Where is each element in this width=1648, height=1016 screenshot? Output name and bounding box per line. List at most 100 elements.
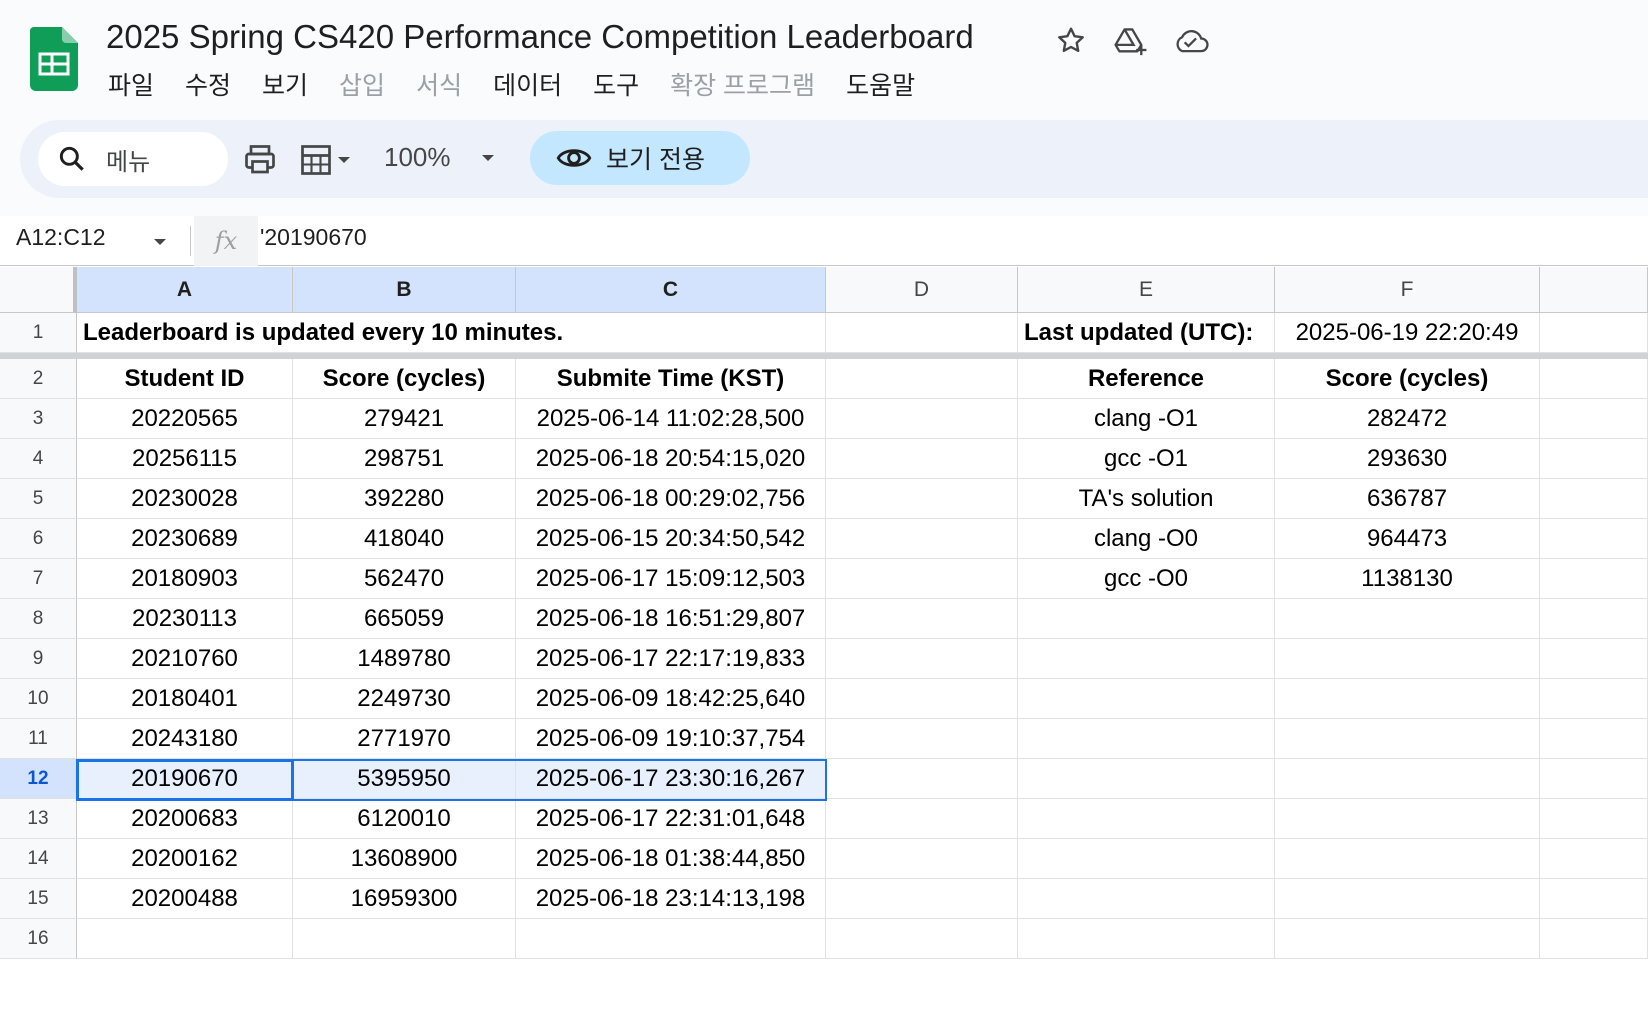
submit-time-cell[interactable]: 2025-06-09 19:10:37,754: [516, 719, 826, 759]
sheets-logo-icon[interactable]: [30, 27, 78, 91]
cell[interactable]: [1540, 519, 1648, 559]
menu-search-box[interactable]: 메뉴: [38, 132, 228, 186]
cell[interactable]: [1540, 313, 1648, 353]
cell[interactable]: [826, 313, 1018, 353]
cell[interactable]: [1540, 759, 1648, 799]
submit-time-cell[interactable]: 2025-06-18 16:51:29,807: [516, 599, 826, 639]
select-format-button[interactable]: [298, 140, 354, 180]
cell[interactable]: [826, 399, 1018, 439]
cell[interactable]: [1540, 799, 1648, 839]
cell[interactable]: [826, 919, 1018, 959]
cell[interactable]: [1540, 719, 1648, 759]
score-cell[interactable]: 279421: [293, 399, 516, 439]
score-cell[interactable]: 562470: [293, 559, 516, 599]
student-id-cell[interactable]: 20256115: [77, 439, 293, 479]
reference-name-cell[interactable]: [1018, 639, 1275, 679]
notice-cell[interactable]: Leaderboard is updated every 10 minutes.: [77, 313, 826, 353]
student-id-cell[interactable]: 20243180: [77, 719, 293, 759]
reference-score-cell[interactable]: [1275, 679, 1540, 719]
star-icon[interactable]: [1052, 22, 1090, 60]
cell[interactable]: [1540, 839, 1648, 879]
menu-help[interactable]: 도움말: [836, 64, 925, 104]
row-header[interactable]: 6: [0, 519, 77, 559]
score-cell[interactable]: 1489780: [293, 639, 516, 679]
reference-score-cell[interactable]: [1275, 799, 1540, 839]
score-cell[interactable]: 6120010: [293, 799, 516, 839]
reference-score-cell[interactable]: 1138130: [1275, 559, 1540, 599]
name-box[interactable]: A12:C12: [16, 224, 106, 251]
cell[interactable]: [1540, 679, 1648, 719]
reference-name-cell[interactable]: [1018, 599, 1275, 639]
cell[interactable]: [826, 599, 1018, 639]
score-cell[interactable]: 16959300: [293, 879, 516, 919]
student-id-cell[interactable]: 20180401: [77, 679, 293, 719]
menu-insert[interactable]: 삽입: [329, 64, 395, 104]
row-header[interactable]: 15: [0, 879, 77, 919]
cell[interactable]: [1540, 919, 1648, 959]
student-id-cell[interactable]: 20180903: [77, 559, 293, 599]
header-reference-score[interactable]: Score (cycles): [1275, 359, 1540, 399]
last-updated-value-cell[interactable]: 2025-06-19 22:20:49: [1275, 313, 1540, 353]
reference-name-cell[interactable]: gcc -O1: [1018, 439, 1275, 479]
cell[interactable]: [826, 799, 1018, 839]
menu-file[interactable]: 파일: [98, 64, 164, 104]
reference-score-cell[interactable]: [1275, 879, 1540, 919]
reference-name-cell[interactable]: [1018, 759, 1275, 799]
score-cell[interactable]: [293, 919, 516, 959]
print-button[interactable]: [242, 140, 278, 180]
row-header[interactable]: 16: [0, 919, 77, 959]
score-cell[interactable]: 298751: [293, 439, 516, 479]
student-id-cell[interactable]: 20230113: [77, 599, 293, 639]
cell[interactable]: [1540, 879, 1648, 919]
student-id-cell[interactable]: 20230689: [77, 519, 293, 559]
row-header[interactable]: 8: [0, 599, 77, 639]
row-header[interactable]: 2: [0, 359, 77, 399]
reference-score-cell[interactable]: [1275, 839, 1540, 879]
score-cell[interactable]: 418040: [293, 519, 516, 559]
cell[interactable]: [826, 359, 1018, 399]
cell[interactable]: [826, 479, 1018, 519]
submit-time-cell[interactable]: 2025-06-17 22:31:01,648: [516, 799, 826, 839]
cell[interactable]: [826, 519, 1018, 559]
row-header[interactable]: 9: [0, 639, 77, 679]
cell[interactable]: [1540, 599, 1648, 639]
reference-name-cell[interactable]: [1018, 839, 1275, 879]
submit-time-cell[interactable]: [516, 919, 826, 959]
row-header[interactable]: 7: [0, 559, 77, 599]
header-student-id[interactable]: Student ID: [77, 359, 293, 399]
column-header-b[interactable]: B: [293, 267, 516, 313]
zoom-select[interactable]: 100%: [384, 142, 451, 173]
cell[interactable]: [826, 439, 1018, 479]
student-id-cell[interactable]: 20200162: [77, 839, 293, 879]
score-cell[interactable]: 13608900: [293, 839, 516, 879]
column-header-d[interactable]: D: [826, 267, 1018, 313]
reference-name-cell[interactable]: [1018, 919, 1275, 959]
cell[interactable]: [1540, 439, 1648, 479]
cell[interactable]: [1540, 639, 1648, 679]
reference-name-cell[interactable]: [1018, 799, 1275, 839]
reference-score-cell[interactable]: 964473: [1275, 519, 1540, 559]
column-header-a[interactable]: A: [77, 267, 293, 313]
menu-extensions[interactable]: 확장 프로그램: [660, 64, 825, 104]
document-title[interactable]: 2025 Spring CS420 Performance Competitio…: [106, 18, 974, 56]
reference-score-cell[interactable]: [1275, 719, 1540, 759]
row-header[interactable]: 11: [0, 719, 77, 759]
cell[interactable]: [826, 759, 1018, 799]
student-id-cell[interactable]: 20210760: [77, 639, 293, 679]
submit-time-cell[interactable]: 2025-06-18 23:14:13,198: [516, 879, 826, 919]
cell[interactable]: [826, 679, 1018, 719]
header-reference[interactable]: Reference: [1018, 359, 1275, 399]
reference-score-cell[interactable]: 636787: [1275, 479, 1540, 519]
header-submit-time[interactable]: Submite Time (KST): [516, 359, 826, 399]
submit-time-cell[interactable]: 2025-06-18 01:38:44,850: [516, 839, 826, 879]
last-updated-label-cell[interactable]: Last updated (UTC):: [1018, 313, 1275, 353]
student-id-cell[interactable]: [77, 919, 293, 959]
student-id-cell[interactable]: 20200683: [77, 799, 293, 839]
column-header-c[interactable]: C: [516, 267, 826, 313]
row-header[interactable]: 13: [0, 799, 77, 839]
row-header[interactable]: 12: [0, 759, 77, 799]
reference-score-cell[interactable]: [1275, 759, 1540, 799]
reference-name-cell[interactable]: [1018, 879, 1275, 919]
view-only-button[interactable]: 보기 전용: [530, 131, 750, 185]
reference-name-cell[interactable]: clang -O0: [1018, 519, 1275, 559]
